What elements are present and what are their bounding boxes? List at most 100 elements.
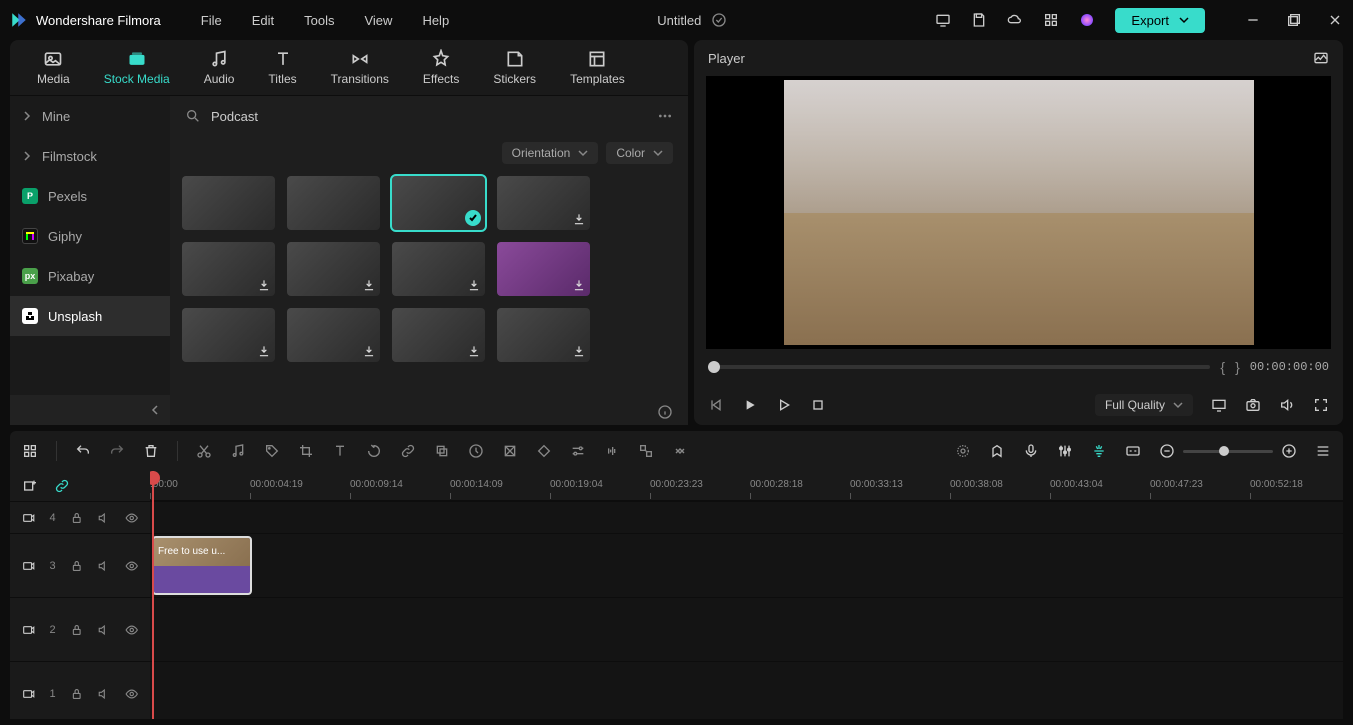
mute-icon[interactable] — [97, 623, 110, 637]
filter-orientation[interactable]: Orientation — [502, 142, 599, 164]
download-icon[interactable] — [572, 278, 586, 292]
check-icon[interactable] — [711, 12, 727, 28]
search-input[interactable] — [211, 109, 647, 124]
sidebar-item-unsplash[interactable]: Unsplash — [10, 296, 170, 336]
marker-icon[interactable] — [989, 443, 1005, 459]
layout-icon[interactable] — [22, 443, 38, 459]
download-icon[interactable] — [362, 344, 376, 358]
adjust-icon[interactable] — [570, 443, 586, 459]
sidebar-collapse-button[interactable] — [10, 395, 170, 425]
profile-icon[interactable] — [1079, 12, 1095, 28]
download-icon[interactable] — [467, 344, 481, 358]
more-icon[interactable] — [657, 108, 673, 124]
zoom-thumb[interactable] — [1219, 446, 1229, 456]
scrubber-head[interactable] — [708, 361, 720, 373]
expand-icon[interactable] — [672, 443, 688, 459]
group-icon[interactable] — [434, 443, 450, 459]
track-options-icon[interactable] — [1315, 443, 1331, 459]
lock-icon[interactable] — [70, 687, 83, 701]
stock-thumbnail[interactable] — [182, 176, 275, 230]
crop-icon[interactable] — [298, 443, 314, 459]
download-icon[interactable] — [467, 278, 481, 292]
stock-thumbnail[interactable] — [182, 308, 275, 362]
speed-icon[interactable] — [468, 443, 484, 459]
voice-icon[interactable] — [1023, 443, 1039, 459]
caption-icon[interactable] — [1125, 443, 1141, 459]
tag-icon[interactable] — [264, 443, 280, 459]
quality-select[interactable]: Full Quality — [1095, 394, 1193, 416]
keyframe-icon[interactable] — [536, 443, 552, 459]
save-icon[interactable] — [971, 12, 987, 28]
volume-icon[interactable] — [1279, 397, 1295, 413]
marker-out-button[interactable]: } — [1235, 359, 1240, 375]
eye-icon[interactable] — [125, 559, 138, 573]
stock-thumbnail[interactable] — [392, 242, 485, 296]
stock-thumbnail[interactable] — [392, 308, 485, 362]
music-icon[interactable] — [230, 443, 246, 459]
track-lane-2[interactable] — [150, 597, 1343, 661]
download-icon[interactable] — [572, 344, 586, 358]
tab-transitions[interactable]: Transitions — [319, 45, 401, 90]
play-button[interactable] — [776, 397, 792, 413]
cloud-icon[interactable] — [1007, 12, 1023, 28]
track-header-2[interactable]: 2 — [10, 597, 150, 661]
sidebar-item-pixabay[interactable]: pxPixabay — [10, 256, 170, 296]
undo-button[interactable] — [75, 443, 91, 459]
detach-icon[interactable] — [638, 443, 654, 459]
sidebar-item-mine[interactable]: Mine — [10, 96, 170, 136]
lock-icon[interactable] — [70, 623, 83, 637]
rotate-icon[interactable] — [366, 443, 382, 459]
minimize-button[interactable] — [1245, 12, 1261, 28]
filter-color[interactable]: Color — [606, 142, 673, 164]
sidebar-item-pexels[interactable]: PPexels — [10, 176, 170, 216]
stock-thumbnail[interactable] — [287, 176, 380, 230]
menu-help[interactable]: Help — [422, 13, 449, 28]
screen-icon[interactable] — [935, 12, 951, 28]
stock-thumbnail[interactable] — [497, 308, 590, 362]
play-pause-button[interactable] — [742, 397, 758, 413]
add-track-icon[interactable] — [22, 478, 38, 494]
render-icon[interactable] — [955, 443, 971, 459]
zoom-slider[interactable] — [1183, 450, 1273, 453]
stock-thumbnail[interactable] — [287, 308, 380, 362]
text-icon[interactable] — [332, 443, 348, 459]
eye-icon[interactable] — [125, 623, 138, 637]
marker-in-button[interactable]: { — [1220, 359, 1225, 375]
mute-icon[interactable] — [97, 687, 110, 701]
player-viewport[interactable] — [706, 76, 1331, 349]
eye-icon[interactable] — [125, 687, 138, 701]
waveform-icon[interactable] — [604, 443, 620, 459]
link-track-icon[interactable] — [54, 478, 70, 494]
track-lane-1[interactable] — [150, 661, 1343, 719]
download-icon[interactable] — [572, 212, 586, 226]
menu-tools[interactable]: Tools — [304, 13, 334, 28]
tab-titles[interactable]: Titles — [256, 45, 308, 90]
lock-icon[interactable] — [70, 559, 83, 573]
cut-button[interactable] — [196, 443, 212, 459]
track-header-4[interactable]: 4 — [10, 501, 150, 533]
mixer-icon[interactable] — [1057, 443, 1073, 459]
stock-thumbnail[interactable] — [287, 242, 380, 296]
player-scrubber[interactable] — [708, 365, 1210, 369]
playhead[interactable] — [152, 471, 154, 719]
tab-stickers[interactable]: Stickers — [481, 45, 548, 90]
display-icon[interactable] — [1211, 397, 1227, 413]
redo-button[interactable] — [109, 443, 125, 459]
prev-frame-button[interactable] — [708, 397, 724, 413]
track-header-3[interactable]: 3 — [10, 533, 150, 597]
timeline-ruler[interactable]: :00:0000:00:04:1900:00:09:1400:00:14:090… — [150, 471, 1343, 501]
lock-icon[interactable] — [70, 511, 83, 525]
stock-thumbnail[interactable] — [392, 176, 485, 230]
snapshot-icon[interactable] — [1245, 397, 1261, 413]
delete-button[interactable] — [143, 443, 159, 459]
download-icon[interactable] — [362, 278, 376, 292]
tab-templates[interactable]: Templates — [558, 45, 637, 90]
track-header-1[interactable]: 1 — [10, 661, 150, 725]
sidebar-item-giphy[interactable]: Giphy — [10, 216, 170, 256]
mute-icon[interactable] — [97, 511, 110, 525]
frame-icon[interactable] — [502, 443, 518, 459]
grid-icon[interactable] — [1043, 12, 1059, 28]
menu-view[interactable]: View — [364, 13, 392, 28]
maximize-button[interactable] — [1286, 12, 1302, 28]
stock-thumbnail[interactable] — [497, 242, 590, 296]
